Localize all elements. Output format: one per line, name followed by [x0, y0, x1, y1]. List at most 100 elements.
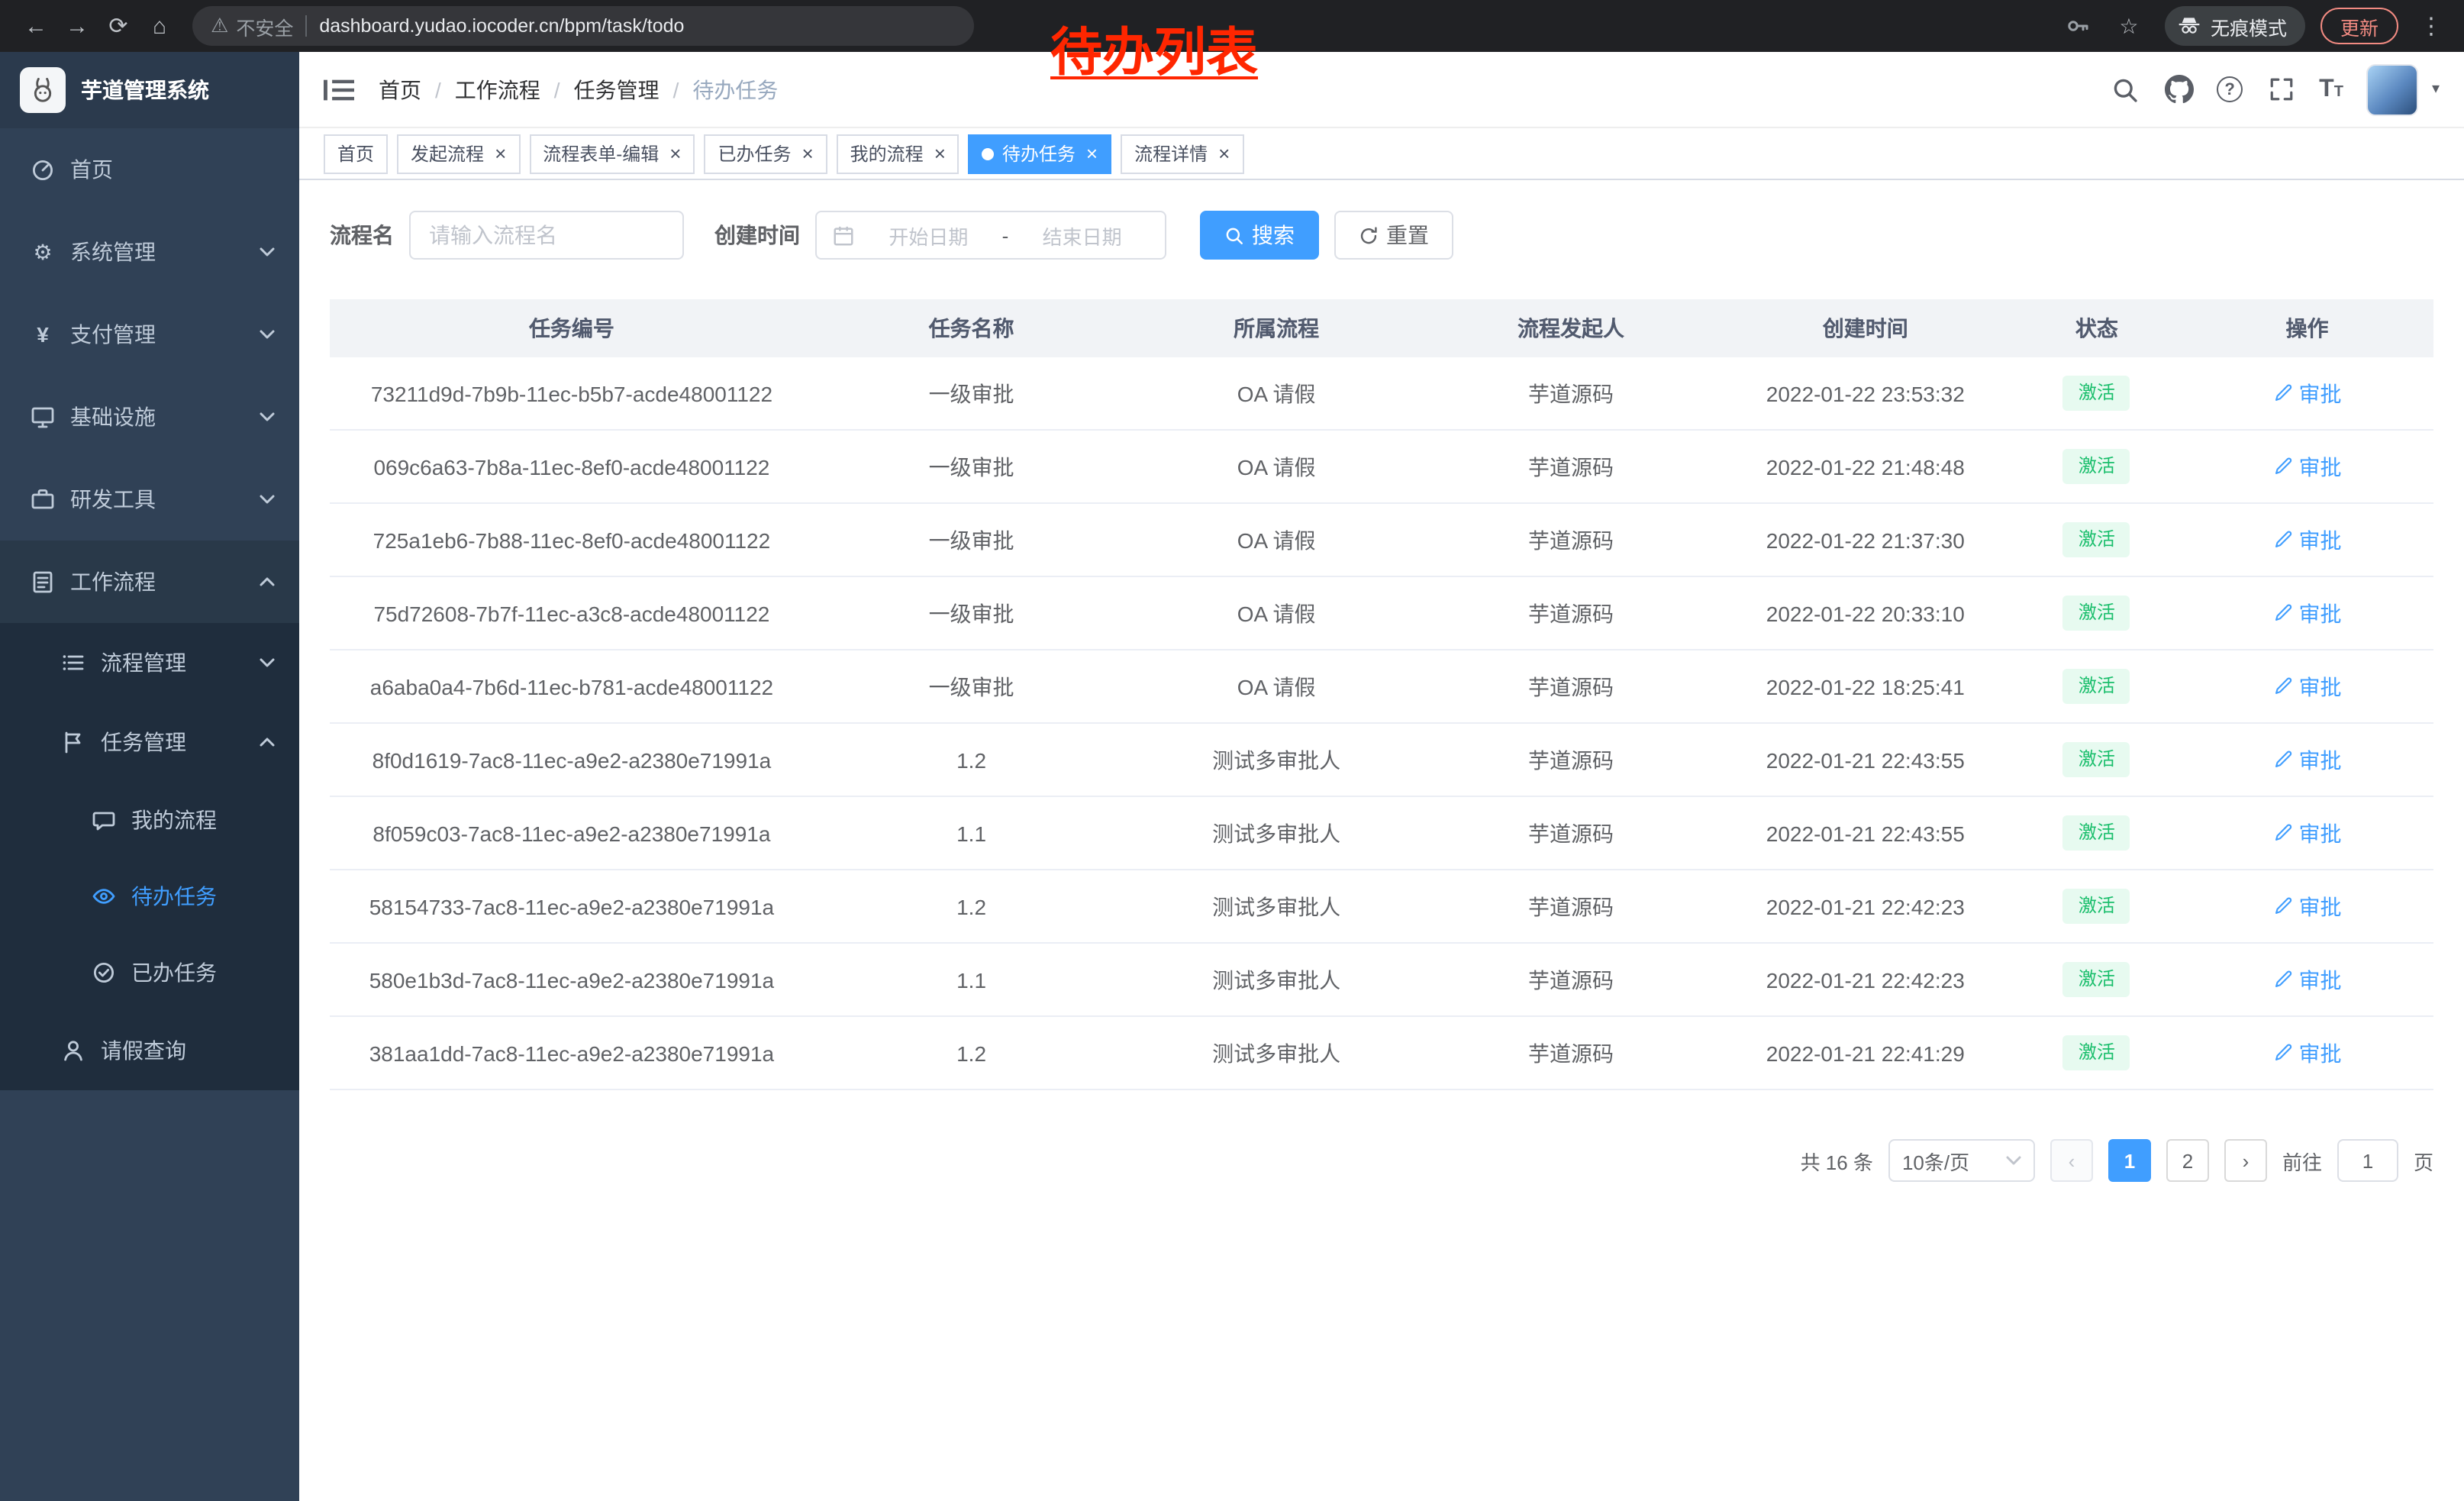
github-icon[interactable]: [2163, 74, 2194, 105]
status-badge: 激活: [2063, 376, 2130, 411]
status-badge: 激活: [2063, 815, 2130, 851]
next-page-button[interactable]: ›: [2224, 1139, 2267, 1182]
edit-icon: [2273, 530, 2293, 550]
avatar[interactable]: [2366, 63, 2418, 115]
breadcrumb-task-management[interactable]: 任务管理: [574, 74, 660, 105]
chevron-down-icon: [260, 658, 275, 667]
close-icon[interactable]: ×: [1086, 144, 1098, 163]
cell-task-id: 381aa1dd-7ac8-11ec-a9e2-a2380e71991a: [330, 1041, 814, 1065]
browser-update-button[interactable]: 更新: [2320, 8, 2398, 44]
cell-initiator: 芋道源码: [1424, 964, 1718, 995]
sidebar-item-workflow[interactable]: 工作流程: [0, 541, 299, 623]
tab-done-tasks[interactable]: 已办任务 ×: [704, 134, 827, 173]
tab-my-process[interactable]: 我的流程 ×: [837, 134, 959, 173]
sidebar-collapse-icon[interactable]: [324, 76, 354, 103]
help-icon[interactable]: ?: [2217, 76, 2243, 102]
fullscreen-icon[interactable]: [2266, 74, 2296, 105]
close-icon[interactable]: ×: [669, 144, 681, 163]
dashboard-icon: [31, 157, 55, 182]
bookmark-star-icon[interactable]: ☆: [2108, 5, 2150, 47]
cell-process: OA 请假: [1129, 378, 1424, 408]
sidebar-item-system[interactable]: ⚙ 系统管理: [0, 211, 299, 293]
approve-link[interactable]: 审批: [2273, 378, 2342, 408]
browser-reload-button[interactable]: ⟳: [98, 5, 139, 47]
app-logo-row[interactable]: 芋道管理系统: [0, 52, 299, 128]
prev-page-button[interactable]: ‹: [2050, 1139, 2093, 1182]
search-icon: [1224, 225, 1244, 245]
top-navbar: 首页 / 工作流程 / 任务管理 / 待办任务 ?: [299, 52, 2464, 128]
approve-link[interactable]: 审批: [2273, 744, 2342, 775]
approve-link[interactable]: 审批: [2273, 451, 2342, 482]
process-name-input[interactable]: [409, 211, 684, 260]
cell-task-name: 一级审批: [814, 525, 1129, 555]
sidebar-item-leave-query[interactable]: 请假查询: [0, 1011, 299, 1090]
sidebar: 芋道管理系统 首页 ⚙ 系统管理 ¥ 支付管理 基础设施: [0, 52, 299, 1501]
yen-icon: ¥: [31, 322, 55, 347]
close-icon[interactable]: ×: [495, 144, 506, 163]
table-row: 580e1b3d-7ac8-11ec-a9e2-a2380e71991a 1.1…: [330, 944, 2433, 1017]
tab-form-edit[interactable]: 流程表单-编辑 ×: [529, 134, 695, 173]
sidebar-item-home[interactable]: 首页: [0, 128, 299, 211]
tab-home[interactable]: 首页: [324, 134, 388, 173]
address-bar[interactable]: ⚠ 不安全 dashboard.yudao.iocoder.cn/bpm/tas…: [192, 6, 974, 46]
approve-link[interactable]: 审批: [2273, 525, 2342, 555]
cell-task-name: 一级审批: [814, 451, 1129, 482]
table-row: 069c6a63-7b8a-11ec-8ef0-acde48001122 一级审…: [330, 431, 2433, 504]
goto-unit-label: 页: [2414, 1146, 2433, 1175]
font-size-icon[interactable]: TT: [2319, 77, 2343, 102]
browser-chrome: ← → ⟳ ⌂ ⚠ 不安全 dashboard.yudao.iocoder.cn…: [0, 0, 2464, 52]
sidebar-item-done-tasks[interactable]: 已办任务: [0, 934, 299, 1011]
sidebar-item-task-management[interactable]: 任务管理: [0, 702, 299, 782]
sidebar-item-infrastructure[interactable]: 基础设施: [0, 376, 299, 458]
avatar-caret-icon[interactable]: ▾: [2432, 81, 2440, 98]
tab-process-detail[interactable]: 流程详情 ×: [1121, 134, 1243, 173]
password-key-icon[interactable]: [2062, 11, 2093, 41]
breadcrumb-workflow[interactable]: 工作流程: [455, 74, 540, 105]
sidebar-item-process-management[interactable]: 流程管理: [0, 623, 299, 702]
breadcrumb-home[interactable]: 首页: [379, 74, 421, 105]
page-button-2[interactable]: 2: [2166, 1139, 2209, 1182]
cell-task-id: 069c6a63-7b8a-11ec-8ef0-acde48001122: [330, 454, 814, 479]
breadcrumb-separator: /: [673, 77, 679, 102]
approve-link[interactable]: 审批: [2273, 818, 2342, 848]
close-icon[interactable]: ×: [1218, 144, 1230, 163]
security-label: 不安全: [236, 11, 293, 40]
cell-task-name: 一级审批: [814, 378, 1129, 408]
approve-link[interactable]: 审批: [2273, 598, 2342, 628]
approve-link[interactable]: 审批: [2273, 964, 2342, 995]
url-text: dashboard.yudao.iocoder.cn/bpm/task/todo: [319, 15, 684, 37]
browser-home-button[interactable]: ⌂: [139, 5, 180, 47]
sidebar-item-my-process[interactable]: 我的流程: [0, 782, 299, 858]
browser-forward-button[interactable]: →: [56, 5, 98, 47]
briefcase-icon: [31, 487, 55, 512]
search-button[interactable]: 搜索: [1200, 211, 1319, 260]
pagination-total: 共 16 条: [1801, 1146, 1873, 1175]
incognito-label: 无痕模式: [2211, 11, 2287, 40]
process-name-label: 流程名: [330, 220, 394, 250]
app-title: 芋道管理系统: [81, 75, 209, 105]
sidebar-item-devtools[interactable]: 研发工具: [0, 458, 299, 541]
close-icon[interactable]: ×: [934, 144, 946, 163]
browser-back-button[interactable]: ←: [15, 5, 56, 47]
approve-link[interactable]: 审批: [2273, 671, 2342, 702]
close-icon[interactable]: ×: [801, 144, 813, 163]
browser-menu-icon[interactable]: ⋮: [2414, 12, 2449, 40]
date-range-picker[interactable]: 开始日期 - 结束日期: [815, 211, 1166, 260]
page-size-select[interactable]: 10条/页: [1888, 1139, 2035, 1182]
table-row: 8f059c03-7ac8-11ec-a9e2-a2380e71991a 1.1…: [330, 797, 2433, 870]
table-row: 73211d9d-7b9b-11ec-b5b7-acde48001122 一级审…: [330, 357, 2433, 431]
sidebar-item-payment[interactable]: ¥ 支付管理: [0, 293, 299, 376]
page-button-1[interactable]: 1: [2108, 1139, 2151, 1182]
table-row: 725a1eb6-7b88-11ec-8ef0-acde48001122 一级审…: [330, 504, 2433, 577]
sidebar-item-todo-tasks[interactable]: 待办任务: [0, 858, 299, 934]
chevron-up-icon: [260, 577, 275, 586]
tab-start-process[interactable]: 发起流程 ×: [397, 134, 520, 173]
start-date-placeholder: 开始日期: [861, 221, 996, 250]
reset-button[interactable]: 重置: [1334, 211, 1453, 260]
search-icon[interactable]: [2110, 74, 2140, 105]
goto-page-input[interactable]: [2337, 1139, 2398, 1182]
approve-link[interactable]: 审批: [2273, 891, 2342, 922]
cell-process: 测试多审批人: [1129, 818, 1424, 848]
tab-todo-tasks[interactable]: 待办任务 ×: [969, 134, 1111, 173]
approve-link[interactable]: 审批: [2273, 1038, 2342, 1068]
